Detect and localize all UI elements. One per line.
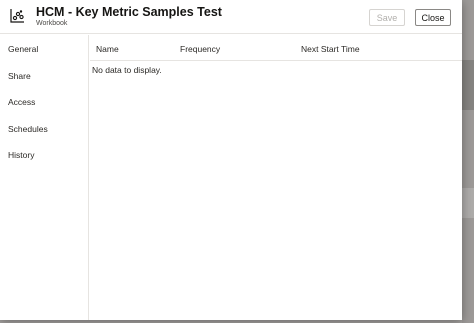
- dialog-sidebar: General Share Access Schedules History: [0, 35, 89, 320]
- table-header-divider: [90, 60, 462, 61]
- close-button[interactable]: Close: [415, 9, 451, 26]
- sidebar-item-history[interactable]: History: [8, 150, 34, 160]
- workbook-properties-dialog: HCM - Key Metric Samples Test Workbook S…: [0, 0, 462, 320]
- sidebar-item-general[interactable]: General: [8, 44, 38, 54]
- dialog-header: HCM - Key Metric Samples Test Workbook S…: [0, 0, 462, 34]
- sidebar-item-access[interactable]: Access: [8, 97, 35, 107]
- dialog-title: HCM - Key Metric Samples Test: [36, 5, 222, 19]
- column-header-frequency[interactable]: Frequency: [180, 44, 220, 54]
- save-button[interactable]: Save: [369, 9, 405, 26]
- sidebar-item-schedules[interactable]: Schedules: [8, 124, 48, 134]
- workbook-icon: [10, 9, 24, 23]
- sidebar-item-share[interactable]: Share: [8, 71, 31, 81]
- column-header-name[interactable]: Name: [96, 44, 119, 54]
- empty-table-message: No data to display.: [92, 65, 162, 75]
- dialog-subtitle: Workbook: [36, 20, 68, 27]
- column-header-next-start-time[interactable]: Next Start Time: [301, 44, 360, 54]
- schedules-table: Name Frequency Next Start Time No data t…: [90, 35, 462, 320]
